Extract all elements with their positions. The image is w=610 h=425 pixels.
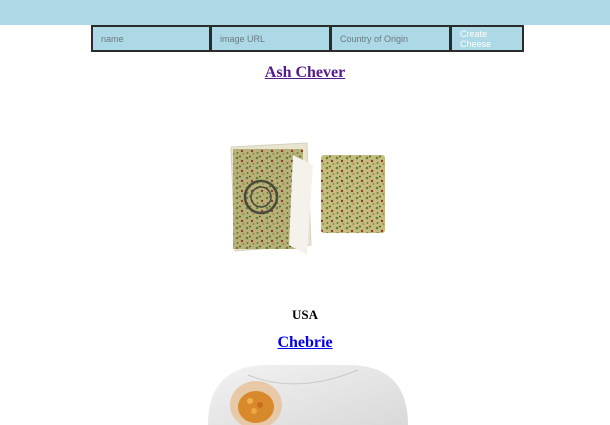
cheese-link-chebrie[interactable]: Chebrie bbox=[0, 334, 610, 352]
name-input[interactable] bbox=[91, 25, 211, 52]
country-input[interactable] bbox=[331, 25, 451, 52]
image-url-input[interactable] bbox=[211, 25, 331, 52]
cheese-image-chebrie bbox=[208, 365, 408, 425]
cheese-country: USA bbox=[291, 307, 318, 322]
cheese-link-ash-chever[interactable]: Ash Chever bbox=[0, 64, 610, 82]
top-bar bbox=[0, 0, 610, 25]
create-cheese-form: Create Cheese bbox=[91, 25, 524, 52]
create-cheese-button[interactable]: Create Cheese bbox=[451, 25, 524, 52]
cheese-image-ash-chever bbox=[230, 142, 385, 255]
